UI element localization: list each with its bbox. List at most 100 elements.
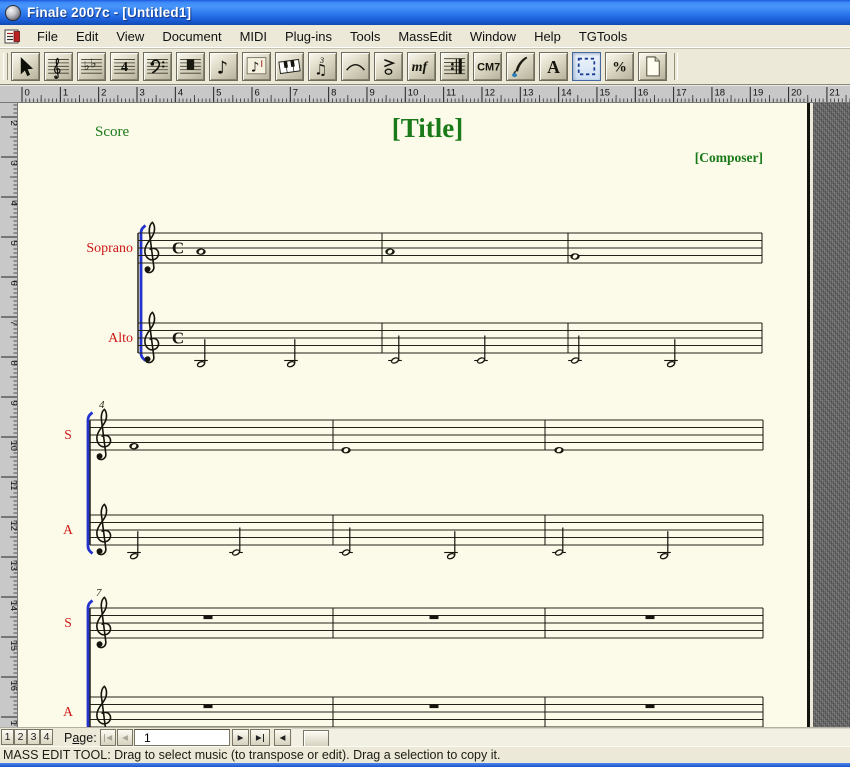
svg-text:9: 9 bbox=[369, 88, 374, 99]
scroll-left-button[interactable]: ◀ bbox=[274, 729, 291, 746]
page-quick-button-3[interactable]: 3 bbox=[27, 729, 40, 745]
menu-item-tgtools[interactable]: TGTools bbox=[570, 27, 636, 46]
key-signature-tool-button[interactable]: ♭ ♭ bbox=[77, 52, 106, 81]
staff-tool-button[interactable] bbox=[44, 52, 73, 81]
time-signature: C bbox=[172, 329, 184, 348]
menu-item-plug-ins[interactable]: Plug-ins bbox=[276, 27, 341, 46]
text-tool-button[interactable]: A bbox=[539, 52, 568, 81]
treble-clef-icon bbox=[144, 221, 160, 274]
vertical-ruler: 234567891011121314151617 bbox=[0, 103, 18, 727]
previous-page-button[interactable]: ◀ bbox=[117, 729, 133, 746]
lyrics-tool-button[interactable] bbox=[506, 52, 535, 81]
svg-text:11: 11 bbox=[8, 481, 17, 491]
svg-text:♪: ♪ bbox=[251, 60, 260, 76]
speedy-entry-tool-button[interactable]: ♪ bbox=[242, 52, 271, 81]
tool-palette: ♭ ♭ 4 ♪ ♪ 3 ♫ mf CM7 A% bbox=[0, 48, 850, 85]
mirror-tool-button[interactable]: % bbox=[605, 52, 634, 81]
menu-item-window[interactable]: Window bbox=[461, 27, 525, 46]
whole-rest[interactable] bbox=[645, 704, 655, 709]
menu-item-help[interactable]: Help bbox=[525, 27, 570, 46]
smart-shape-tool-button[interactable] bbox=[341, 52, 370, 81]
title-bar[interactable]: Finale 2007c - [Untitled1] bbox=[0, 0, 850, 25]
selection-tool-button[interactable] bbox=[11, 52, 40, 81]
whole-note[interactable] bbox=[554, 447, 564, 454]
staff-label[interactable]: Alto bbox=[108, 331, 133, 346]
time-signature-tool-button[interactable]: 4 bbox=[110, 52, 139, 81]
last-page-button[interactable]: ▶ bbox=[250, 729, 270, 746]
staff-system: 4SA bbox=[63, 399, 764, 560]
next-page-button[interactable]: ▶ bbox=[232, 729, 249, 746]
half-note[interactable] bbox=[388, 335, 402, 365]
score-document-icon[interactable] bbox=[4, 29, 21, 44]
treble-clef-icon bbox=[96, 503, 112, 556]
clef-tool-button[interactable] bbox=[143, 52, 172, 81]
whole-rest[interactable] bbox=[429, 704, 439, 709]
half-note[interactable] bbox=[229, 527, 243, 557]
staff-label[interactable]: A bbox=[63, 522, 73, 537]
half-note[interactable] bbox=[127, 531, 141, 560]
whole-rest[interactable] bbox=[203, 704, 213, 709]
menu-item-massedit[interactable]: MassEdit bbox=[389, 27, 460, 46]
staff-label[interactable]: A bbox=[63, 704, 73, 719]
percent-icon: % bbox=[612, 60, 627, 76]
half-note[interactable] bbox=[444, 531, 458, 560]
score-canvas[interactable]: Soprano CAlto C4SA7SA bbox=[18, 103, 810, 728]
svg-text:12: 12 bbox=[8, 521, 17, 532]
page-quick-button-2[interactable]: 2 bbox=[14, 729, 27, 745]
expression-tool-button[interactable]: mf bbox=[407, 52, 436, 81]
menu-item-view[interactable]: View bbox=[107, 27, 153, 46]
whole-rest[interactable] bbox=[429, 615, 439, 620]
half-note[interactable] bbox=[284, 339, 298, 368]
page-quick-button-4[interactable]: 4 bbox=[40, 729, 53, 745]
whole-rest[interactable] bbox=[645, 615, 655, 620]
measure-tool-button[interactable] bbox=[176, 52, 205, 81]
articulation-tool-button[interactable] bbox=[374, 52, 403, 81]
half-note[interactable] bbox=[339, 527, 353, 557]
svg-text:♭: ♭ bbox=[84, 58, 90, 73]
staff-label[interactable]: Soprano bbox=[86, 241, 133, 256]
half-note[interactable] bbox=[194, 339, 208, 368]
chord-tool-button[interactable]: CM7 bbox=[473, 52, 502, 81]
whole-rest[interactable] bbox=[203, 615, 213, 620]
staff-label[interactable]: S bbox=[64, 615, 72, 630]
mass-edit-tool-button[interactable] bbox=[572, 52, 601, 81]
menu-item-file[interactable]: File bbox=[28, 27, 67, 46]
menu-item-tools[interactable]: Tools bbox=[341, 27, 389, 46]
menu-item-edit[interactable]: Edit bbox=[67, 27, 107, 46]
svg-text:4: 4 bbox=[121, 59, 128, 75]
repeat-barline-icon bbox=[444, 58, 465, 75]
hyperscribe-tool-button[interactable] bbox=[275, 52, 304, 81]
staff-label[interactable]: S bbox=[64, 427, 72, 442]
first-page-button[interactable]: ◀ bbox=[100, 729, 116, 746]
half-note[interactable] bbox=[568, 335, 582, 365]
menu-item-midi[interactable]: MIDI bbox=[231, 27, 276, 46]
half-note[interactable] bbox=[474, 335, 488, 365]
whole-note[interactable] bbox=[570, 253, 580, 260]
half-note[interactable] bbox=[552, 527, 566, 557]
repeat-tool-button[interactable] bbox=[440, 52, 469, 81]
page-layout-tool-button[interactable] bbox=[638, 52, 667, 81]
whole-note[interactable] bbox=[129, 443, 139, 450]
svg-text:17: 17 bbox=[676, 88, 687, 99]
page-number-input[interactable] bbox=[134, 729, 230, 746]
whole-note[interactable] bbox=[196, 248, 206, 255]
page-quick-button-1[interactable]: 1 bbox=[1, 729, 14, 745]
status-bar: MASS EDIT TOOL: Drag to select music (to… bbox=[0, 746, 850, 763]
half-note[interactable] bbox=[657, 531, 671, 560]
svg-text:15: 15 bbox=[8, 641, 17, 652]
menu-item-document[interactable]: Document bbox=[153, 27, 230, 46]
svg-text:13: 13 bbox=[523, 88, 534, 99]
bass-clef-icon bbox=[147, 58, 168, 74]
tuplet-tool-button[interactable]: 3 ♫ bbox=[308, 52, 337, 81]
composer-text: [Composer] bbox=[694, 150, 763, 165]
horizontal-scrollbar[interactable] bbox=[292, 728, 850, 748]
treble-clef-icon bbox=[144, 311, 160, 364]
accent-icon bbox=[384, 59, 396, 75]
svg-text:7: 7 bbox=[8, 321, 17, 326]
whole-note[interactable] bbox=[341, 447, 351, 454]
simple-entry-tool-button[interactable]: ♪ bbox=[209, 52, 238, 81]
horizontal-scrollbar-thumb[interactable] bbox=[303, 730, 329, 747]
whole-note[interactable] bbox=[385, 248, 395, 255]
half-note[interactable] bbox=[664, 339, 678, 368]
toolbar-grip[interactable] bbox=[3, 53, 8, 80]
